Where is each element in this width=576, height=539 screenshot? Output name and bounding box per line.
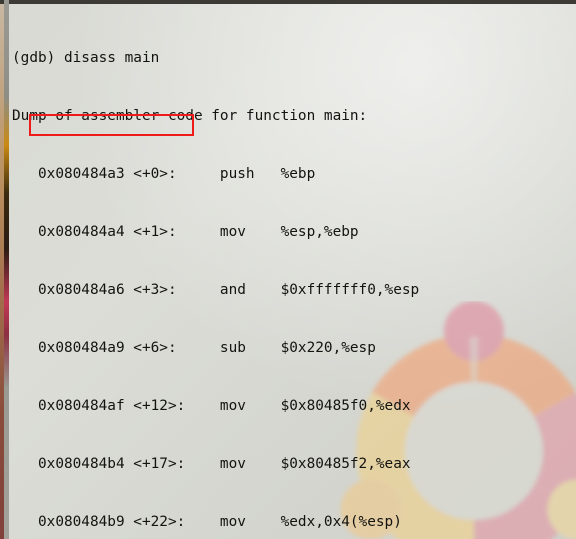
console-line: 0x080484a3 <+0>: push %ebp (12, 165, 316, 182)
console-line: 0x080484b9 <+22>: mov %edx,0x4(%esp) (12, 513, 402, 530)
terminal-window[interactable]: (gdb) disass main Dump of assembler code… (9, 4, 576, 539)
console-line: 0x080484a9 <+6>: sub $0x220,%esp (12, 339, 376, 356)
console-line: Dump of assembler code for function main… (12, 107, 368, 124)
console-line: (gdb) disass main (12, 49, 160, 66)
gdb-console-output[interactable]: (gdb) disass main Dump of assembler code… (9, 4, 576, 539)
console-line: 0x080484a6 <+3>: and $0xfffffff0,%esp (12, 281, 420, 298)
console-line: 0x080484a4 <+1>: mov %esp,%ebp (12, 223, 359, 240)
console-line: 0x080484b4 <+17>: mov $0x80485f2,%eax (12, 455, 411, 472)
screenshot-root: (gdb) disass main Dump of assembler code… (0, 0, 576, 539)
console-line-highlighted: 0x080484af <+12>: mov $0x80485f0,%edx (12, 397, 411, 414)
